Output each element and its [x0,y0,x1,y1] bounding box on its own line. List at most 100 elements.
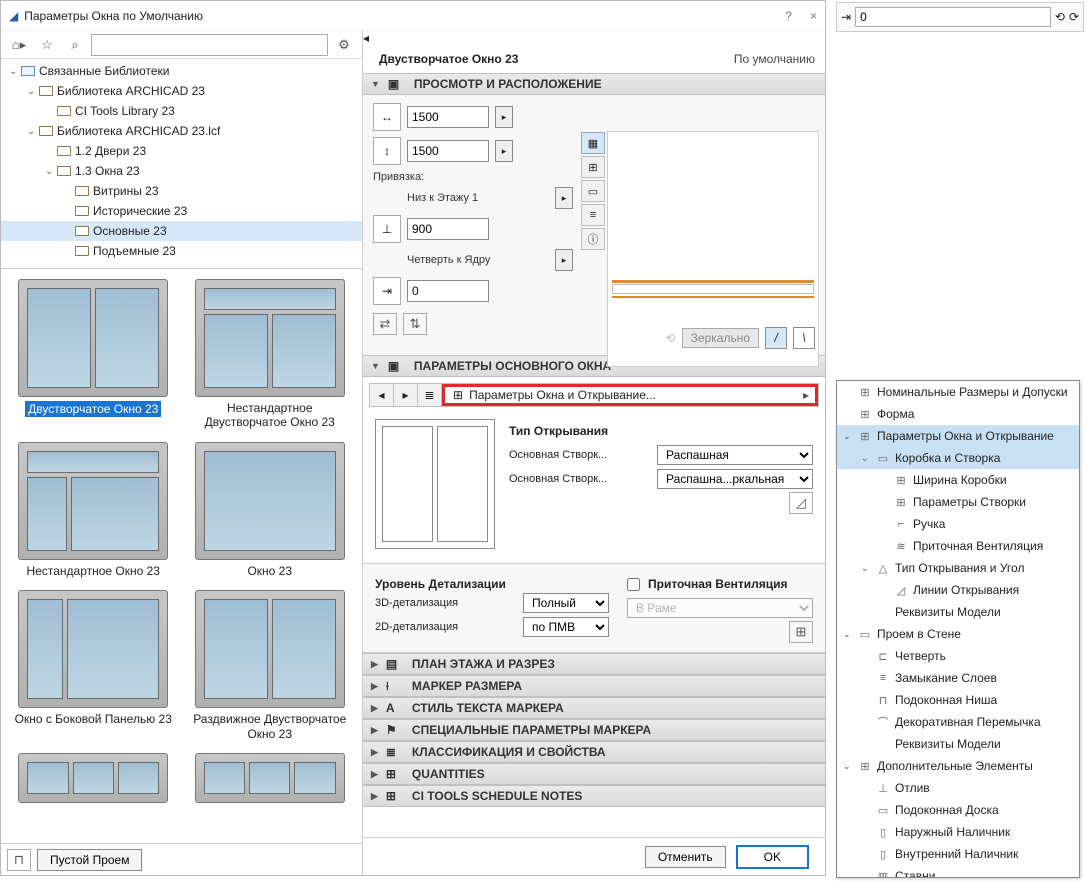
empty-opening-icon[interactable]: ⊓ [7,849,31,871]
sash2-label: Основная Створк... [509,473,649,485]
section-dim-marker[interactable]: ▶⟊МАРКЕР РАЗМЕРА [363,675,825,697]
story-stepper[interactable]: ▸ [555,187,573,209]
flip-3d-icon[interactable]: ⟲ [666,331,676,345]
help-icon[interactable]: ? [785,9,792,23]
height-stepper[interactable]: ▸ [495,140,513,162]
menu-item[interactable]: ⊞Параметры Створки [837,491,1079,513]
reveal-input[interactable] [407,280,489,302]
menu-item[interactable]: ⊏Четверть [837,645,1079,667]
tree-item[interactable]: ⌄Библиотека ARCHICAD 23 [1,81,362,101]
menu-item[interactable]: ◿Линии Открывания [837,579,1079,601]
menu-item[interactable]: ≋Приточная Вентиляция [837,535,1079,557]
menu-item[interactable]: ⊞Ширина Коробки [837,469,1079,491]
params-page-menu[interactable]: ⊞Номинальные Размеры и Допуски⊞Форма⌄⊞Па… [836,380,1080,878]
thumbnail-item[interactable]: Раздвижное Двустворчатое Окно 23 [186,590,355,741]
sill-input[interactable] [407,218,489,240]
menu-item[interactable]: ▭Подоконная Доска [837,799,1079,821]
search-input[interactable] [91,34,328,56]
params-page-selector[interactable]: ⊞ Параметры Окна и Открывание... [442,384,818,406]
width-input[interactable] [407,106,489,128]
menu-item[interactable]: ▯Наружный Наличник [837,821,1079,843]
close-icon[interactable]: × [810,9,817,23]
flip-options-icon[interactable]: ⇄ [373,313,397,335]
home-icon[interactable]: ⌂▸ [7,34,31,56]
orient-button-1[interactable]: / [765,327,787,349]
nav-back-icon[interactable]: ◂ [363,31,825,45]
menu-item[interactable]: ⌒Декоративная Перемычка [837,711,1079,733]
menu-item[interactable]: ⌐Ручка [837,513,1079,535]
nav-next-button[interactable]: ▸ [394,384,418,406]
menu-item[interactable]: ⊞Номинальные Размеры и Допуски [837,381,1079,403]
menu-item[interactable]: ⌄⊞Дополнительные Элементы [837,755,1079,777]
vent-diagram-button[interactable]: ⊞ [789,621,813,643]
section-preview-header[interactable]: ▼ ▣ ПРОСМОТР И РАСПОЛОЖЕНИЕ [363,73,825,95]
nav-list-button[interactable]: ≣ [418,384,442,406]
gear-icon[interactable]: ⚙ [332,34,356,56]
menu-item[interactable]: ⊓Подоконная Ниша [837,689,1079,711]
menu-item[interactable]: Реквизиты Модели [837,733,1079,755]
reveal-stepper[interactable]: ▸ [555,249,573,271]
ext-icon-flip2[interactable]: ⟳ [1069,10,1079,24]
opening-diagram-button[interactable]: ◿ [789,492,813,514]
section-marker-special[interactable]: ▶⚑СПЕЦИАЛЬНЫЕ ПАРАМЕТРЫ МАРКЕРА [363,719,825,741]
search-icon[interactable]: ⌕ [63,34,87,56]
thumbnail-item[interactable]: Нестандартное Окно 23 [9,442,178,578]
menu-item[interactable]: ⊞Форма [837,403,1079,425]
view-tab-elev[interactable]: ▭ [581,180,605,202]
tree-item[interactable]: ⌄1.3 Окна 23 [1,161,362,181]
tree-item[interactable]: Исторические 23 [1,201,362,221]
section-classification[interactable]: ▶≣КЛАССИФИКАЦИЯ И СВОЙСТВА [363,741,825,763]
thumbnail-grid[interactable]: Двустворчатое Окно 23Нестандартное Двуст… [1,269,362,843]
thumbnail-item[interactable]: Окно 23 [186,442,355,578]
thumbnail-item[interactable]: Окно с Боковой Панелью 23 [9,590,178,741]
menu-item[interactable]: ▯Внутренний Наличник [837,843,1079,865]
orient-button-2[interactable]: \ [793,327,815,349]
tree-item[interactable]: 1.2 Двери 23 [1,141,362,161]
ext-input[interactable] [855,7,1051,27]
section-quantities[interactable]: ▶⊞QUANTITIES [363,763,825,785]
tree-item[interactable]: Основные 23 [1,221,362,241]
menu-item[interactable]: ⊥Отлив [837,777,1079,799]
thumbnail-item[interactable]: Нестандартное Двустворчатое Окно 23 [186,279,355,430]
menu-item[interactable]: ⌄▭Проем в Стене [837,623,1079,645]
flip-options-icon2[interactable]: ⇅ [403,313,427,335]
tree-item[interactable]: ⌄Связанные Библиотеки [1,61,362,81]
menu-item-label: Форма [877,407,914,421]
d3-select[interactable]: Полный [523,593,609,613]
section-main-params-title: ПАРАМЕТРЫ ОСНОВНОГО ОКНА [414,359,611,373]
d2-select[interactable]: по ПМВ [523,617,609,637]
tree-item[interactable]: Витрины 23 [1,181,362,201]
width-stepper[interactable]: ▸ [495,106,513,128]
nav-prev-button[interactable]: ◂ [370,384,394,406]
tree-item[interactable]: ⌄Библиотека ARCHICAD 23.lcf [1,121,362,141]
tree-item[interactable]: Подъемные 23 [1,241,362,261]
menu-item[interactable]: Реквизиты Модели [837,601,1079,623]
menu-item[interactable]: ⌄▭Коробка и Створка [837,447,1079,469]
height-input[interactable] [407,140,489,162]
menu-item[interactable]: ⌄△Тип Открывания и Угол [837,557,1079,579]
menu-item[interactable]: ⌄⊞Параметры Окна и Открывание [837,425,1079,447]
ventilation-checkbox[interactable] [627,578,640,591]
menu-item-label: Тип Открывания и Угол [895,561,1024,575]
view-tab-3d[interactable]: ⊞ [581,156,605,178]
section-marker-text[interactable]: ▶AСТИЛЬ ТЕКСТА МАРКЕРА [363,697,825,719]
menu-item-label: Параметры Створки [913,495,1026,509]
view-tab-info[interactable]: ⓘ [581,228,605,250]
sash2-select[interactable]: Распашна...ркальная [657,469,813,489]
thumbnail-item[interactable]: Двустворчатое Окно 23 [9,279,178,430]
cancel-button[interactable]: Отменить [645,846,726,868]
ok-button[interactable]: OK [736,845,809,869]
menu-item[interactable]: ▥Ставни [837,865,1079,878]
favorite-icon[interactable]: ☆ [35,34,59,56]
menu-item[interactable]: ≡Замыкание Слоев [837,667,1079,689]
library-tree[interactable]: ⌄Связанные Библиотеки⌄Библиотека ARCHICA… [1,59,362,269]
tree-item[interactable]: CI Tools Library 23 [1,101,362,121]
sash1-select[interactable]: Распашная [657,445,813,465]
view-tab-section[interactable]: ≡ [581,204,605,226]
empty-opening-button[interactable]: Пустой Проем [37,849,142,871]
view-tab-plan[interactable]: ▦ [581,132,605,154]
ext-icon-flip1[interactable]: ⟲ [1055,10,1065,24]
mirror-button[interactable]: Зеркально [682,328,759,348]
section-ci-notes[interactable]: ▶⊞CI TOOLS SCHEDULE NOTES [363,785,825,807]
section-floor-plan[interactable]: ▶▤ПЛАН ЭТАЖА И РАЗРЕЗ [363,653,825,675]
